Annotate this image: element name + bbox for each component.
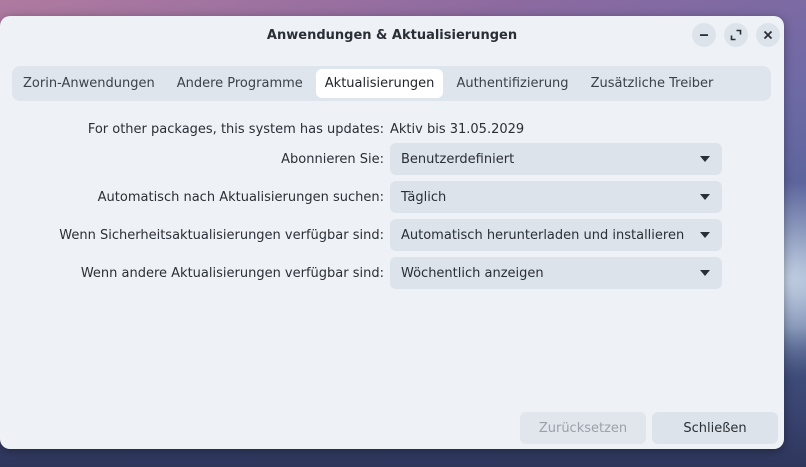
other-value: Wöchentlich anzeigen [401, 265, 544, 281]
close-icon [763, 30, 773, 40]
tab-aktualisierungen[interactable]: Aktualisierungen [315, 69, 444, 98]
subscribe-dropdown[interactable]: Benutzerdefiniert [390, 143, 722, 175]
status-row: For other packages, this system has upda… [0, 113, 784, 145]
check-frequency-dropdown[interactable]: Täglich [390, 181, 722, 213]
close-button[interactable]: Schließen [652, 412, 778, 444]
maximize-button[interactable] [724, 23, 748, 47]
security-value: Automatisch herunterladen und installier… [401, 227, 685, 243]
tab-bar: Zorin-Anwendungen Andere Programme Aktua… [12, 66, 771, 101]
minimize-icon [700, 34, 708, 36]
tab-zusaetzliche-treiber[interactable]: Zusätzliche Treiber [582, 69, 723, 98]
titlebar: Anwendungen & Aktualisierungen [0, 16, 784, 54]
chevron-down-icon [700, 194, 710, 200]
tab-authentifizierung[interactable]: Authentifizierung [447, 69, 577, 98]
window-controls [692, 23, 780, 47]
security-updates-dropdown[interactable]: Automatisch herunterladen und installier… [390, 219, 722, 251]
app-window: Anwendungen & Aktualisierungen Zorin-Anw… [0, 16, 784, 449]
other-row: Wenn andere Aktualisierungen verfügbar s… [0, 257, 784, 289]
status-value: Aktiv bis 31.05.2029 [390, 121, 525, 137]
subscribe-label: Abonnieren Sie: [281, 151, 384, 167]
window-title: Anwendungen & Aktualisierungen [266, 27, 518, 43]
security-row: Wenn Sicherheitsaktualisierungen verfügb… [0, 219, 784, 251]
security-label: Wenn Sicherheitsaktualisierungen verfügb… [59, 227, 384, 243]
status-label: For other packages, this system has upda… [87, 121, 384, 137]
reset-button[interactable]: Zurücksetzen [520, 412, 646, 444]
other-label: Wenn andere Aktualisierungen verfügbar s… [80, 265, 384, 281]
other-updates-dropdown[interactable]: Wöchentlich anzeigen [390, 257, 722, 289]
subscribe-value: Benutzerdefiniert [401, 151, 515, 167]
subscribe-row: Abonnieren Sie: Benutzerdefiniert [0, 143, 784, 175]
close-window-button[interactable] [756, 23, 780, 47]
check-label: Automatisch nach Aktualisierungen suchen… [97, 189, 384, 205]
chevron-down-icon [700, 270, 710, 276]
minimize-button[interactable] [692, 23, 716, 47]
chevron-down-icon [700, 156, 710, 162]
check-value: Täglich [401, 189, 447, 205]
tab-andere-programme[interactable]: Andere Programme [168, 69, 312, 98]
maximize-icon [730, 29, 742, 41]
tab-zorin-anwendungen[interactable]: Zorin-Anwendungen [14, 69, 164, 98]
chevron-down-icon [700, 232, 710, 238]
check-row: Automatisch nach Aktualisierungen suchen… [0, 181, 784, 213]
